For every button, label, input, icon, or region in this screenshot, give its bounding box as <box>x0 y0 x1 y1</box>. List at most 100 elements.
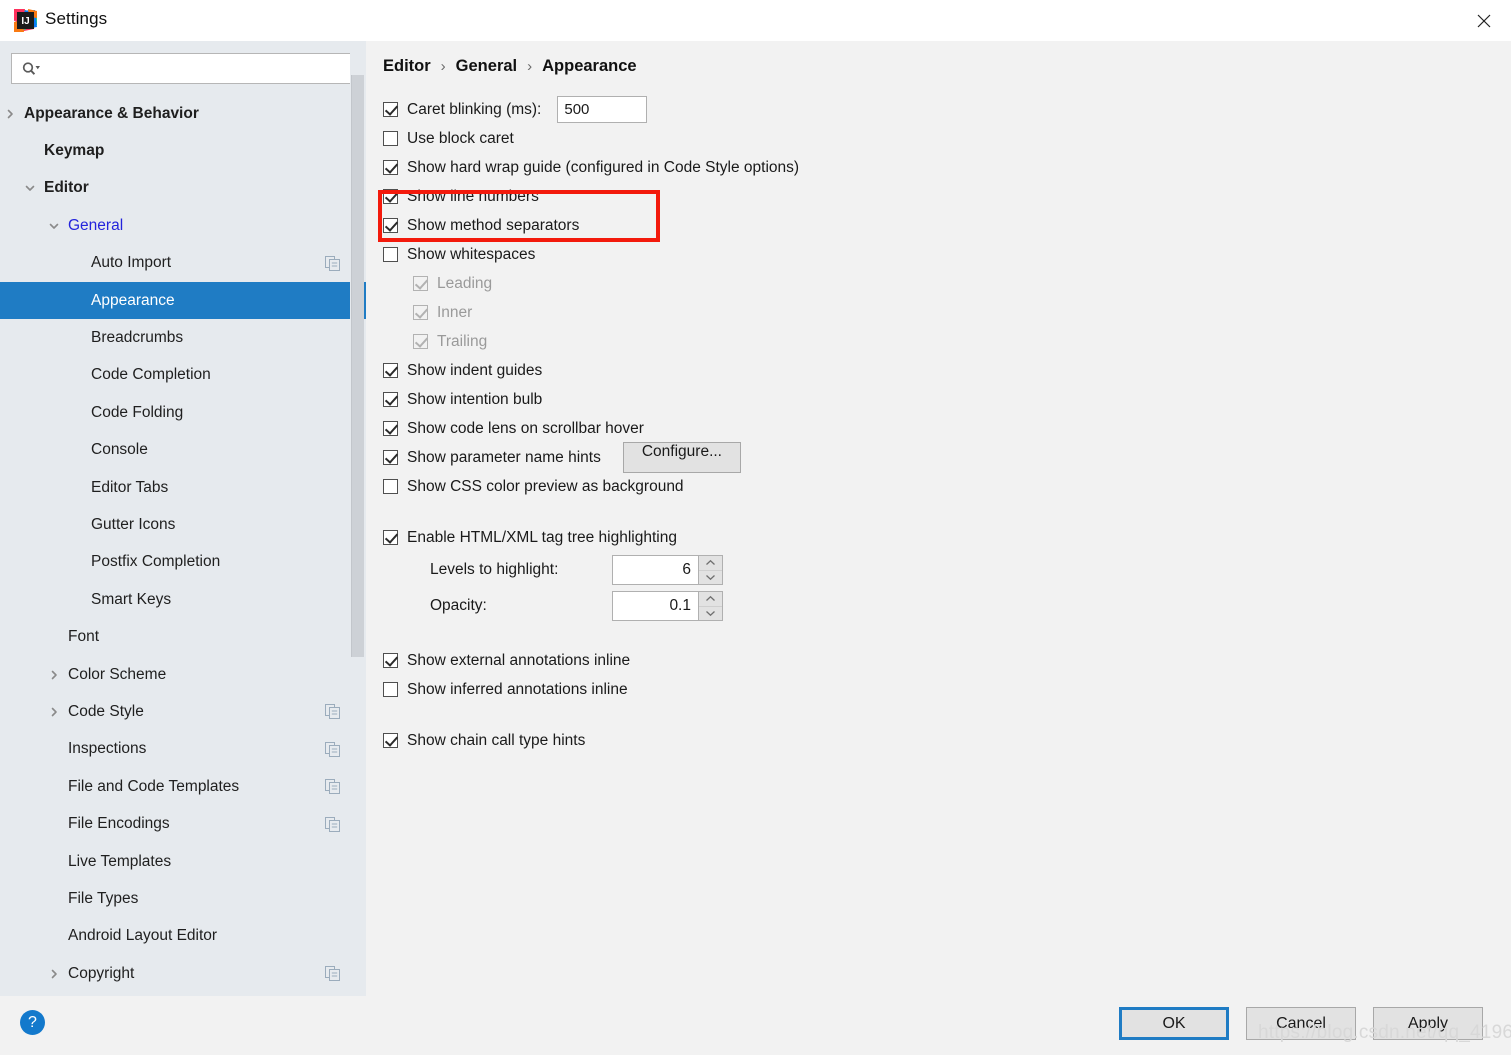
checkbox-enable-html-xml-tag-tree-highlighting[interactable] <box>383 530 398 545</box>
spinner-arrows[interactable] <box>698 556 722 584</box>
checkbox-show-method-separators[interactable] <box>383 218 398 233</box>
sidebar-item-label: File Types <box>68 889 139 907</box>
ok-button[interactable]: OK <box>1119 1007 1229 1040</box>
copy-settings-icon[interactable] <box>325 704 340 720</box>
title-bar: IJ Settings <box>0 0 1511 41</box>
sidebar-item-font[interactable]: Font <box>0 618 366 655</box>
checkbox-show-inferred-annotations-inline[interactable] <box>383 682 398 697</box>
checkbox-show-code-lens-on-scrollbar-hover[interactable] <box>383 421 398 436</box>
option-label: Show parameter name hints <box>407 448 601 466</box>
sidebar-item-breadcrumbs[interactable]: Breadcrumbs <box>0 319 366 356</box>
option-row-show-hard-wrap-guide-configured-in-code-st[interactable]: Show hard wrap guide (configured in Code… <box>383 153 1483 182</box>
sidebar-item-code-style[interactable]: Code Style <box>0 693 366 730</box>
option-row-show-intention-bulb[interactable]: Show intention bulb <box>383 385 1483 414</box>
spinner-levels-to-highlight[interactable]: 6 <box>612 555 723 585</box>
option-row-show-indent-guides[interactable]: Show indent guides <box>383 356 1483 385</box>
option-row-show-css-color-preview-as-background[interactable]: Show CSS color preview as background <box>383 472 1483 501</box>
checkbox-caret-blinking-ms[interactable] <box>383 102 398 117</box>
breadcrumb-item-editor[interactable]: Editor <box>383 57 431 76</box>
sidebar-item-file-types[interactable]: File Types <box>0 880 366 917</box>
sidebar-item-code-folding[interactable]: Code Folding <box>0 394 366 431</box>
close-icon[interactable] <box>1457 0 1511 41</box>
chevron-up-icon[interactable] <box>699 556 722 571</box>
breadcrumb-separator: › <box>527 58 533 75</box>
copy-settings-icon[interactable] <box>325 816 340 832</box>
sidebar-item-label: General <box>68 216 124 234</box>
sidebar-item-keymap[interactable]: Keymap <box>0 132 366 169</box>
checkbox-show-indent-guides[interactable] <box>383 363 398 378</box>
sidebar-item-code-completion[interactable]: Code Completion <box>0 357 366 394</box>
option-label: Show hard wrap guide (configured in Code… <box>407 158 800 176</box>
checkbox-show-external-annotations-inline[interactable] <box>383 653 398 668</box>
checkbox-show-parameter-name-hints[interactable] <box>383 450 398 465</box>
option-row-show-code-lens-on-scrollbar-hover[interactable]: Show code lens on scrollbar hover <box>383 414 1483 443</box>
sidebar-item-appearance-behavior[interactable]: Appearance & Behavior <box>0 95 366 132</box>
breadcrumb-item-general[interactable]: General <box>456 57 517 76</box>
breadcrumb: Editor › General › Appearance <box>383 57 637 76</box>
chevron-up-icon[interactable] <box>699 592 722 607</box>
chevron-down-icon[interactable] <box>699 570 722 584</box>
sidebar-item-file-encodings[interactable]: File Encodings <box>0 805 366 842</box>
option-label: Leading <box>437 274 493 292</box>
checkbox-show-chain-call-type-hints[interactable] <box>383 733 398 748</box>
spinner-value[interactable]: 6 <box>613 556 698 584</box>
sidebar-item-android-layout-editor[interactable]: Android Layout Editor <box>0 918 366 955</box>
option-row-caret-blinking-ms[interactable]: Caret blinking (ms): 500 <box>383 95 1483 124</box>
checkbox-show-hard-wrap-guide-configured-in-code-st[interactable] <box>383 160 398 175</box>
settings-tree: Appearance & Behavior Keymap Editor General… <box>0 95 366 996</box>
sidebar-item-postfix-completion[interactable]: Postfix Completion <box>0 544 366 581</box>
copy-settings-icon[interactable] <box>325 255 340 271</box>
chevron-down-icon[interactable] <box>699 606 722 620</box>
option-row-show-method-separators[interactable]: Show method separators <box>383 211 1483 240</box>
sidebar-item-editor[interactable]: Editor <box>0 170 366 207</box>
sidebar-item-auto-import[interactable]: Auto Import <box>0 245 366 282</box>
configure-button[interactable]: Configure... <box>622 442 741 473</box>
caret-blinking-input[interactable]: 500 <box>557 96 648 123</box>
chevron-down-icon[interactable] <box>22 180 38 196</box>
spinner-opacity[interactable]: 0.1 <box>612 591 723 621</box>
chevron-right-icon[interactable] <box>46 667 62 683</box>
intellij-idea-logo-icon: IJ <box>14 9 37 32</box>
breadcrumb-item-appearance[interactable]: Appearance <box>542 57 636 76</box>
sidebar-item-live-templates[interactable]: Live Templates <box>0 843 366 880</box>
copy-settings-icon[interactable] <box>325 966 340 982</box>
option-row-show-external-annotations-inline[interactable]: Show external annotations inline <box>383 646 1483 675</box>
option-row-enable-html-xml-tag-tree-highlighting[interactable]: Enable HTML/XML tag tree highlighting <box>383 523 1483 552</box>
chevron-right-icon[interactable] <box>2 106 18 122</box>
sidebar-item-label: Color Scheme <box>68 665 167 683</box>
option-row-show-parameter-name-hints[interactable]: Show parameter name hints Configure... <box>383 442 1483 473</box>
sidebar-item-inspections[interactable]: Inspections <box>0 731 366 768</box>
sidebar-item-general[interactable]: General <box>0 207 366 244</box>
sidebar-item-label: Code Completion <box>91 366 211 384</box>
checkbox-trailing <box>413 334 428 349</box>
checkbox-show-whitespaces[interactable] <box>383 247 398 262</box>
spinner-arrows[interactable] <box>698 592 722 620</box>
copy-settings-icon[interactable] <box>325 741 340 757</box>
chevron-right-icon[interactable] <box>46 704 62 720</box>
sidebar-item-appearance[interactable]: Appearance <box>0 281 366 320</box>
sidebar-item-copyright[interactable]: Copyright <box>0 955 366 992</box>
option-row-show-inferred-annotations-inline[interactable]: Show inferred annotations inline <box>383 675 1483 704</box>
checkbox-use-block-caret[interactable] <box>383 131 398 146</box>
sidebar-scrollbar-thumb[interactable] <box>351 75 364 657</box>
option-row-show-chain-call-type-hints[interactable]: Show chain call type hints <box>383 726 1483 755</box>
search-input[interactable] <box>43 54 353 83</box>
checkbox-show-intention-bulb[interactable] <box>383 392 398 407</box>
option-row-show-whitespaces[interactable]: Show whitespaces <box>383 240 1483 269</box>
checkbox-show-line-numbers[interactable] <box>383 189 398 204</box>
sidebar-item-file-and-code-templates[interactable]: File and Code Templates <box>0 768 366 805</box>
sidebar-item-console[interactable]: Console <box>0 432 366 469</box>
option-row-show-line-numbers[interactable]: Show line numbers <box>383 182 1483 211</box>
help-icon[interactable]: ? <box>20 1010 45 1035</box>
sidebar-item-smart-keys[interactable]: Smart Keys <box>0 581 366 618</box>
checkbox-show-css-color-preview-as-background[interactable] <box>383 479 398 494</box>
chevron-down-icon[interactable] <box>46 218 62 234</box>
spinner-value[interactable]: 0.1 <box>613 592 698 620</box>
sidebar-item-gutter-icons[interactable]: Gutter Icons <box>0 506 366 543</box>
option-row-use-block-caret[interactable]: Use block caret <box>383 124 1483 153</box>
sidebar-item-editor-tabs[interactable]: Editor Tabs <box>0 469 366 506</box>
copy-settings-icon[interactable] <box>325 779 340 795</box>
search-box[interactable] <box>11 53 354 84</box>
chevron-right-icon[interactable] <box>46 966 62 982</box>
sidebar-item-color-scheme[interactable]: Color Scheme <box>0 656 366 693</box>
